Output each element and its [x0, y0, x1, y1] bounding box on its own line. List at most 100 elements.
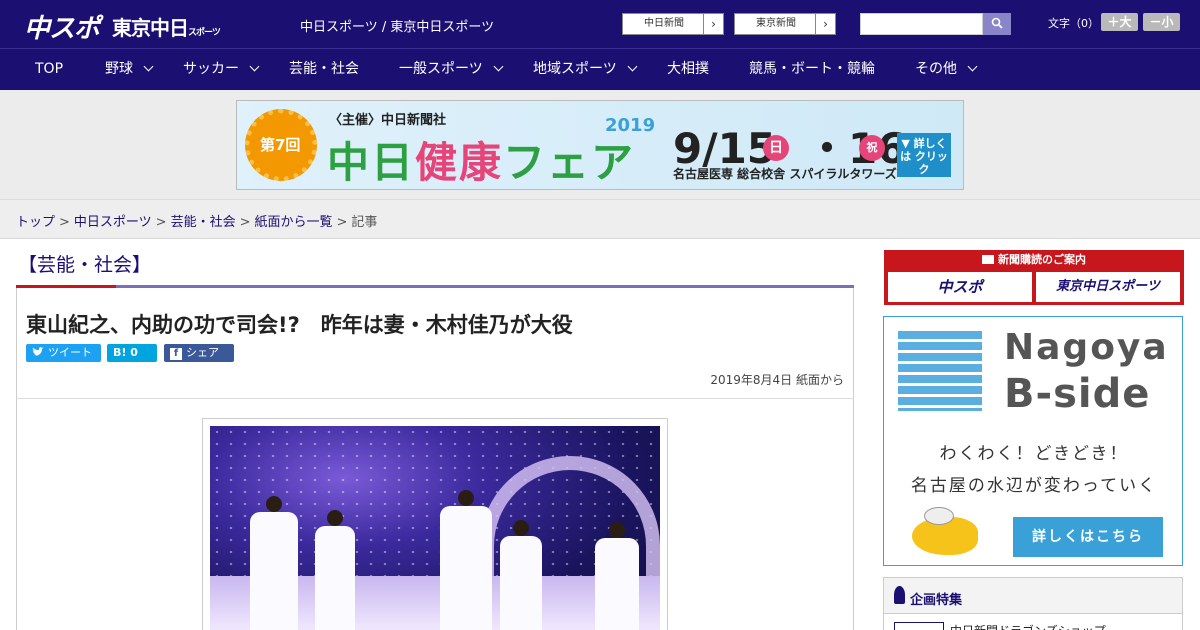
- nb-title-1: Nagoya: [1004, 327, 1169, 368]
- banner-cta[interactable]: ▼ 詳しくは クリック: [897, 133, 951, 177]
- nb-title-2: B-side: [1004, 371, 1151, 417]
- facebook-icon: f: [170, 348, 182, 360]
- newspaper-icon: [982, 255, 994, 264]
- facebook-share-button[interactable]: f シェア 0: [164, 344, 234, 377]
- feature-thumbnail[interactable]: [894, 622, 944, 630]
- banner-sponsor: 〈主催〉中日新聞社: [329, 113, 447, 128]
- nav-soccer[interactable]: サッカー: [183, 49, 260, 89]
- chevron-right-icon: ›: [703, 14, 723, 34]
- performer-figure: [315, 510, 355, 630]
- feature-item-link[interactable]: 中日新聞ドラゴンズショップ: [950, 622, 1106, 630]
- nav-entertainment[interactable]: 芸能・社会: [289, 49, 359, 89]
- banner-title-b: 健康: [415, 138, 504, 187]
- nav-keiba-label: 競馬・ボート・競輪: [749, 61, 875, 77]
- chunichi-shimbun-link[interactable]: 中日新聞 ›: [622, 13, 724, 35]
- banner-title-a: 中日: [327, 138, 416, 187]
- breadcrumb-current: 記事: [351, 215, 378, 230]
- chevron-down-icon: [493, 61, 504, 72]
- breadcrumb-top[interactable]: トップ: [16, 215, 55, 230]
- tweet-button[interactable]: ツイート: [26, 344, 101, 362]
- feature-title: 企画特集: [910, 593, 963, 608]
- nav-sumo[interactable]: 大相撲: [667, 49, 709, 89]
- performer-figure: [250, 496, 298, 630]
- nb-details-button[interactable]: 詳しくはこちら: [1013, 517, 1163, 557]
- nav-baseball[interactable]: 野球: [105, 49, 154, 89]
- nav-general-sports-label: 一般スポーツ: [399, 61, 483, 77]
- breadcrumb-sep: >: [239, 215, 251, 230]
- nav-top-label: TOP: [35, 61, 64, 77]
- nav-general-sports[interactable]: 一般スポーツ: [399, 49, 504, 89]
- banner-venue: 名古屋医専 総合校舎 スパイラルタワーズ: [673, 167, 897, 181]
- article-top-border: [16, 285, 854, 288]
- chevron-right-icon: ›: [815, 14, 835, 34]
- subscription-heading: 新聞購読のご案内: [884, 250, 1184, 270]
- subscription-box: 新聞購読のご案内 中スポ 東京中日スポーツ: [884, 250, 1184, 305]
- article-headline: 東山紀之、内助の功で司会!? 昨年は妻・木村佳乃が大役: [26, 313, 573, 337]
- banner-title: 中日健康フェア: [327, 129, 636, 189]
- article-divider: [16, 398, 854, 399]
- chuspo-logo[interactable]: 中スポ: [24, 8, 100, 45]
- flower-badge: 第7回: [245, 109, 317, 181]
- breadcrumb-sep: >: [155, 215, 167, 230]
- nav-entertainment-label: 芸能・社会: [289, 61, 359, 77]
- main-nav: TOP 野球 サッカー 芸能・社会 一般スポーツ 地域スポーツ 大相撲 競馬・ボ…: [0, 48, 1200, 90]
- subscription-heading-text: 新聞購読のご案内: [998, 253, 1086, 266]
- nav-other[interactable]: その他: [915, 49, 978, 89]
- tokyo-chunichi-logo[interactable]: 東京中日スポーツ: [112, 12, 221, 41]
- font-smaller-button[interactable]: －小: [1143, 13, 1180, 31]
- tokyo-logo-text: 東京中日: [112, 16, 189, 40]
- chevron-down-icon: [967, 61, 978, 72]
- pin-icon: [894, 586, 905, 604]
- nav-top[interactable]: TOP: [35, 49, 63, 89]
- site-title[interactable]: 中日スポーツ / 東京中日スポーツ: [300, 16, 494, 35]
- brick-logo: [898, 331, 982, 411]
- nav-regional-sports-label: 地域スポーツ: [533, 61, 617, 77]
- search-button[interactable]: [983, 13, 1011, 35]
- nav-keiba[interactable]: 競馬・ボート・競輪: [749, 49, 875, 89]
- performer-figure: [500, 520, 542, 630]
- tokyo-logo-sub: スポーツ: [188, 28, 221, 38]
- article-photo[interactable]: [210, 426, 660, 630]
- breadcrumb-chuspo[interactable]: 中日スポーツ: [74, 215, 152, 230]
- health-fair-banner[interactable]: 第7回 〈主催〉中日新聞社 2019 中日健康フェア 9/15 ・16 日 祝 名…: [236, 100, 964, 190]
- nav-other-label: その他: [915, 61, 957, 77]
- performer-figure: [595, 522, 639, 630]
- search-input[interactable]: [860, 13, 983, 35]
- breadcrumb-entertainment[interactable]: 芸能・社会: [171, 215, 236, 230]
- nav-soccer-label: サッカー: [183, 61, 239, 77]
- ad-banner-area: 第7回 〈主催〉中日新聞社 2019 中日健康フェア 9/15 ・16 日 祝 名…: [0, 90, 1200, 200]
- nav-baseball-label: 野球: [105, 61, 133, 77]
- chevron-down-icon: [143, 61, 154, 72]
- site-header: 中スポ 東京中日スポーツ 中日スポーツ / 東京中日スポーツ 中日新聞 › 東京…: [0, 0, 1200, 48]
- edition-label: 第7回: [260, 136, 301, 154]
- article-dateline: 2019年8月4日 紙面から: [710, 373, 844, 387]
- day-holiday-badge: 祝: [859, 135, 885, 161]
- chunichi-shimbun-label: 中日新聞: [644, 18, 684, 29]
- nav-sumo-label: 大相撲: [667, 61, 709, 77]
- tokyo-shimbun-link[interactable]: 東京新聞 ›: [734, 13, 836, 35]
- chevron-down-icon: [249, 61, 260, 72]
- font-bigger-button[interactable]: ＋大: [1101, 13, 1138, 31]
- nav-regional-sports[interactable]: 地域スポーツ: [533, 49, 638, 89]
- tweet-label: ツイート: [48, 346, 92, 359]
- breadcrumb-sep: >: [59, 215, 70, 230]
- feature-header: 企画特集: [884, 578, 1182, 614]
- twitter-bird-icon: [32, 347, 44, 356]
- breadcrumb-paper-list[interactable]: 紙面から一覧: [255, 215, 333, 230]
- search-icon: [991, 17, 1003, 29]
- banner-title-c: フェア: [503, 138, 636, 187]
- subscribe-chuspo-button[interactable]: 中スポ: [888, 272, 1032, 302]
- nagoya-bside-ad[interactable]: Nagoya B-side わくわく！どきどき！ 名古屋の水辺が変わっていく 詳…: [883, 316, 1183, 566]
- feature-box: 企画特集 中日新聞ドラゴンズショップ: [883, 577, 1183, 630]
- shachihoko-mascot: [912, 507, 978, 555]
- subscribe-tokyo-button[interactable]: 東京中日スポーツ: [1036, 272, 1180, 302]
- breadcrumb: トップ > 中日スポーツ > 芸能・社会 > 紙面から一覧 > 記事: [16, 211, 377, 230]
- performer-figure: [440, 490, 492, 630]
- tokyo-shimbun-label: 東京新聞: [756, 18, 796, 29]
- nb-tagline-2: 名古屋の水辺が変わっていく: [910, 476, 1158, 496]
- hatena-bookmark-button[interactable]: B! 0: [107, 344, 157, 362]
- category-heading: 【芸能・社会】: [18, 254, 152, 276]
- day-sunday-badge: 日: [763, 135, 789, 161]
- chevron-down-icon: [627, 61, 638, 72]
- breadcrumb-sep: >: [336, 215, 348, 230]
